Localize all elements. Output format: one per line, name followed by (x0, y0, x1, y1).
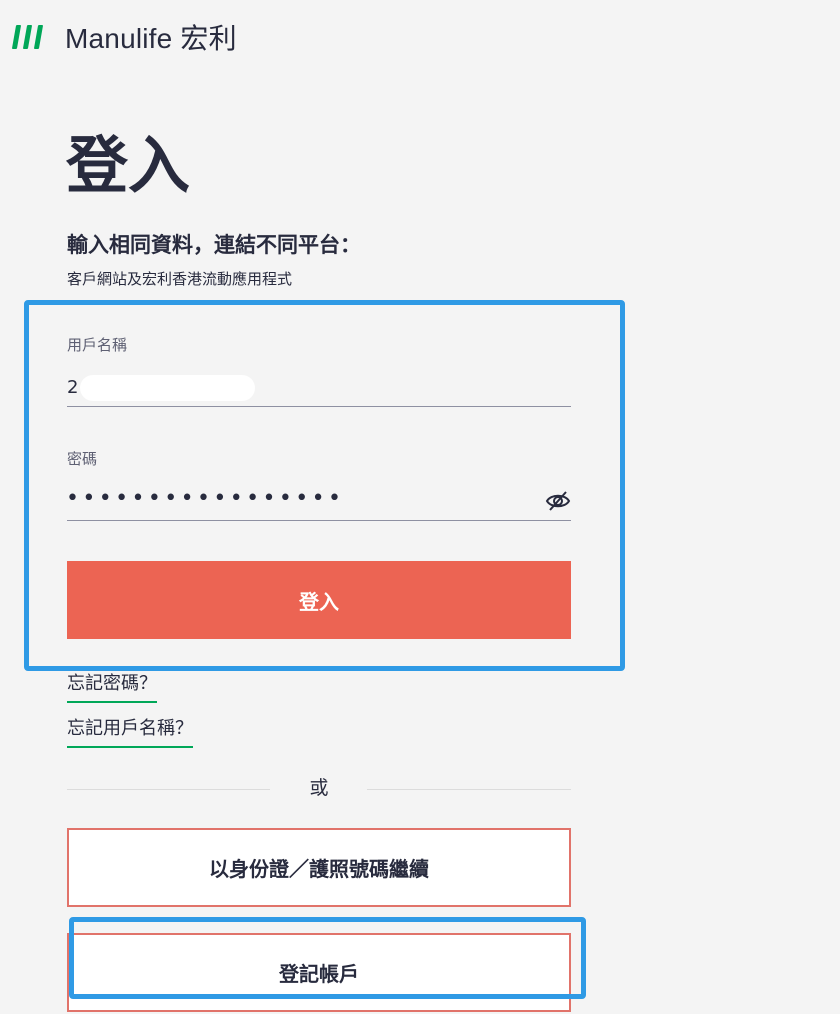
brand-name: Manulife 宏利 (65, 23, 237, 54)
forgot-username-link[interactable]: 忘記用戶名稱？ (67, 716, 193, 748)
page-caption: 客戶網站及宏利香港流動應用程式 (67, 270, 293, 288)
divider-line-right (367, 789, 571, 790)
register-account-button[interactable]: 登記帳戶 (67, 933, 571, 1012)
username-label: 用戶名稱 (67, 336, 128, 354)
password-input[interactable]: ••••••••••••••••• (66, 484, 344, 514)
page-title: 登入 (66, 129, 191, 202)
page-subtitle: 輸入相同資料，連結不同平台： (67, 233, 361, 257)
username-underline (67, 406, 571, 407)
login-button[interactable]: 登入 (67, 561, 571, 639)
password-label: 密碼 (67, 450, 98, 468)
continue-with-id-button[interactable]: 以身份證／護照號碼繼續 (67, 828, 571, 907)
manulife-logo-mark-icon (11, 25, 44, 49)
login-page: Manulife 宏利 登入 輸入相同資料，連結不同平台： 客戶網站及宏利香港流… (0, 0, 840, 1014)
forgot-password-link[interactable]: 忘記密碼？ (67, 671, 157, 703)
username-redaction (80, 375, 255, 401)
divider-label: 或 (309, 777, 329, 799)
password-underline (67, 520, 571, 521)
eye-slash-icon[interactable] (545, 490, 571, 512)
manulife-logo[interactable]: Manulife 宏利 (11, 22, 237, 54)
username-input[interactable]: 2 (67, 376, 78, 400)
divider-line-left (67, 789, 270, 790)
